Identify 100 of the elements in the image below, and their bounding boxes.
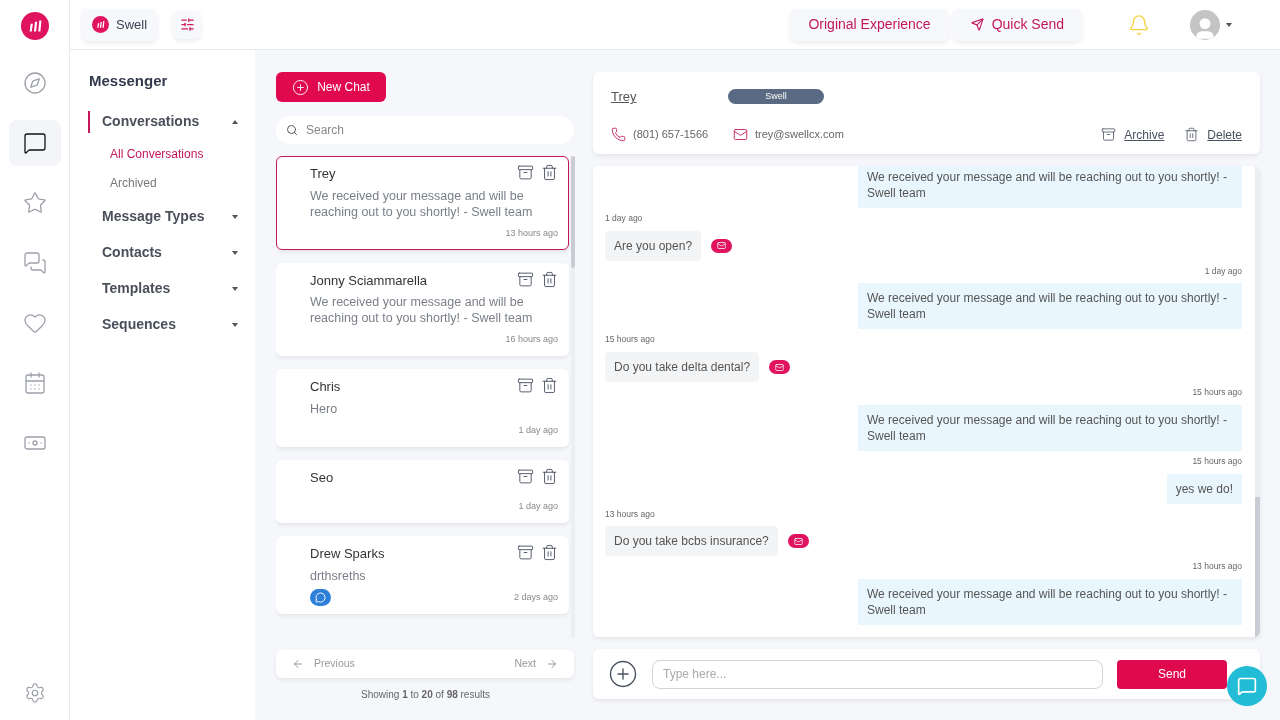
chat-icon [22,131,47,155]
sidebar-title: Messenger [88,71,169,91]
workspace-button[interactable]: Swell [82,8,158,41]
nav-rail-item[interactable] [8,120,61,166]
original-experience-button[interactable]: Original Experience [790,8,949,41]
conversation-time: 1 day ago [518,500,558,514]
conversation-card[interactable]: Seo 1 day ago [276,459,569,523]
scrollbar-thumb[interactable] [1255,497,1260,637]
logo-icon [20,12,49,40]
conversation-card[interactable]: Chris Hero 1 day ago [276,369,569,447]
archive-link[interactable]: Archive [1101,125,1165,144]
plus-icon [292,78,310,96]
delete-link[interactable]: Delete [1184,125,1242,144]
sidebar-subitem[interactable]: Archived [110,173,255,192]
message-time: 13 hours ago [605,507,655,521]
message-time: 15 hours ago [1192,386,1242,399]
conversation-card[interactable]: Trey We received your message and will be reaching out to you shortly! - Swell team 13 hours ago [276,156,569,250]
caret-icon [232,214,238,219]
phone-icon [611,127,626,142]
caret-icon [1226,22,1232,27]
add-attachment-icon[interactable] [608,659,638,689]
sidebar-section[interactable]: Templates [88,277,240,300]
sliders-icon [179,17,195,32]
conversation-time: 1 day ago [518,423,558,437]
send-icon [970,18,984,31]
email-address: trey@swellcx.com [755,127,844,143]
new-chat-button[interactable]: New Chat [276,72,386,102]
results-summary: Showing 1 to 20 of 98 results [360,688,491,702]
delete-icon[interactable] [541,164,558,181]
conversation-time: 16 hours ago [505,333,558,347]
search-field[interactable]: Search [276,116,574,144]
contact-name: Trey [310,165,336,183]
archive-icon[interactable] [517,544,534,561]
contact-name: Drew Sparks [310,545,385,563]
outgoing-message: yes we do! [1166,473,1242,504]
chat-widget-button[interactable] [1227,666,1267,706]
message-time: 1 day ago [605,211,643,225]
email-icon [775,362,785,372]
conversation-card[interactable]: Drew Sparks drthsreths 2 days ago [276,536,569,614]
incoming-message: Are you open? [605,230,702,261]
email-icon [793,536,803,546]
delete-icon[interactable] [541,270,558,288]
quick-send-button[interactable]: Quick Send [952,8,1082,41]
star-icon [22,191,47,215]
filter-button[interactable] [173,10,202,39]
delete-icon[interactable] [541,544,558,561]
sidebar-section[interactable]: Conversations [88,110,240,133]
contact-name: Chris [310,378,341,396]
arrow-left-icon [292,658,304,670]
compass-icon [22,71,47,95]
delete-icon[interactable] [541,467,558,485]
outgoing-message: We received your message and will be reaching out to you shortly! - Swell team [858,579,1242,625]
outgoing-message: We received your message and will be reaching out to you shortly! - Swell team [858,283,1242,330]
conversation-time: 13 hours ago [505,226,558,240]
search-icon [286,124,298,136]
outgoing-message: We received your message and will be reaching out to you shortly! - Swell team [858,166,1242,208]
caret-icon [232,322,238,327]
incoming-message: Do you take bcbs insurance? [605,526,778,557]
caret-icon [232,119,238,124]
message-preview: drthsreths [310,567,367,584]
arrow-right-icon [546,658,558,670]
caret-icon [232,286,238,291]
delete-icon[interactable] [541,377,558,394]
contact-name: Seo [310,468,334,487]
conversation-card[interactable]: Jonny Sciammarella We received your message and will be reaching out to you shortly! - Swell team 16 hours ago [276,262,569,356]
message-time: 13 hours ago [1192,560,1242,573]
chat-icon [1237,676,1257,696]
archive-icon [1101,127,1117,142]
conversation-time: 2 days ago [513,590,558,604]
heart-icon [22,311,47,335]
contact-tag: Swell [728,89,824,105]
message-preview: We received your message and will be reaching out to you shortly! - Swell team [310,294,534,326]
outgoing-message: We received your message and will be reaching out to you shortly! - Swell team [858,404,1242,451]
email-icon [733,127,748,142]
archive-icon[interactable] [517,270,534,288]
settings-icon [23,682,46,704]
sidebar-section[interactable]: Contacts [88,241,240,264]
send-button[interactable]: Send [1117,659,1227,689]
archive-icon[interactable] [517,377,534,394]
email-icon [717,241,727,250]
messages-icon [22,251,47,275]
message-time: 15 hours ago [605,333,655,346]
incoming-message: Do you take delta dental? [605,352,760,382]
sidebar-section[interactable]: Message Types [88,205,240,228]
sidebar-subitem[interactable]: All Conversations [110,144,255,163]
messenger-icon [315,592,326,603]
delete-icon [1184,127,1200,142]
archive-icon[interactable] [517,467,534,485]
message-time: 1 day ago [1204,264,1242,278]
message-preview: We received your message and will be reaching out to you shortly! - Swell team [310,187,534,220]
contact-name: Jonny Sciammarella [310,271,428,290]
calendar-icon [22,371,47,395]
contact-name-link[interactable]: Trey [611,87,728,107]
phone-number: (801) 657-1566 [633,127,710,143]
logo-icon [92,16,109,33]
scrollbar-thumb[interactable] [571,156,575,268]
message-input[interactable]: Type here... [652,659,1103,689]
caret-icon [232,250,238,255]
archive-icon[interactable] [517,164,534,181]
sidebar-section[interactable]: Sequences [88,313,240,336]
